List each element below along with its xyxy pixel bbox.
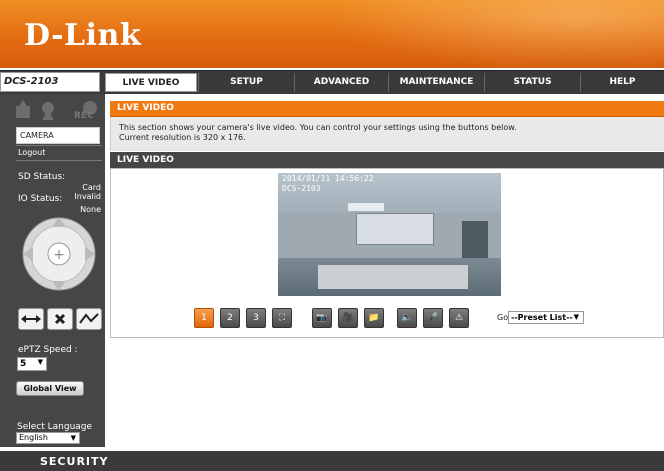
patrol-button[interactable]	[76, 308, 102, 330]
footer-security: SECURITY	[40, 455, 109, 468]
mic-button[interactable]: 🎤	[423, 308, 443, 328]
logout-link[interactable]: Logout	[18, 148, 45, 157]
eptz-speed-label: ePTZ Speed :	[18, 345, 78, 355]
divider	[16, 145, 102, 146]
rec-label: REC	[74, 111, 94, 121]
fullscreen-button[interactable]: ⛶	[272, 308, 292, 328]
io-status-value: None	[80, 205, 101, 214]
video-desk	[318, 265, 468, 289]
alarm-button[interactable]: ⚠	[449, 308, 469, 328]
sd-status-value: Card Invalid	[74, 183, 101, 201]
sd-status-label: SD Status:	[18, 172, 66, 182]
view-3x-button[interactable]: 3	[246, 308, 266, 328]
dlink-logo: D-Link	[24, 18, 142, 53]
video-projector-screen	[348, 203, 384, 211]
folder-button[interactable]: 📁	[364, 308, 384, 328]
video-whiteboard	[356, 213, 434, 245]
tab-live-video[interactable]: LIVE VIDEO	[105, 73, 197, 92]
ptz-right-icon[interactable]	[84, 246, 96, 262]
preset-select[interactable]: --Preset List-- ▼	[508, 311, 584, 324]
tab-help[interactable]: HELP	[580, 73, 664, 92]
video-camera-name: DCS-2103	[282, 184, 321, 193]
speaker-button[interactable]: 🔈	[397, 308, 417, 328]
status-icons: REC	[14, 100, 100, 122]
close-icon	[54, 313, 66, 325]
language-select[interactable]: English ▼	[16, 432, 80, 444]
resolution-text: Current resolution is 320 x 176.	[119, 133, 246, 142]
global-view-button[interactable]: Global View	[16, 381, 84, 396]
language-label: Select Language	[17, 422, 93, 432]
tab-setup[interactable]: SETUP	[198, 73, 294, 92]
snapshot-button[interactable]: 📷	[312, 308, 332, 328]
tab-maintenance[interactable]: MAINTENANCE	[388, 73, 484, 92]
motion-icon	[14, 100, 34, 124]
video-timestamp: 2014/01/11 14:56:22	[282, 174, 374, 183]
app-root: D-Link DCS-2103 // LIVE VIDEO SETUP ADVA…	[0, 0, 664, 471]
live-video-title: LIVE VIDEO	[110, 152, 664, 168]
menu-camera[interactable]: CAMERA	[16, 127, 100, 144]
divider	[16, 160, 102, 161]
ptz-row	[18, 308, 102, 330]
eptz-speed-value: 5	[20, 359, 27, 369]
chevron-down-icon: ▼	[573, 313, 579, 321]
footer: SECURITY	[0, 451, 664, 471]
ptz-left-icon[interactable]	[22, 246, 34, 262]
section-description: This section shows your camera's live vi…	[110, 117, 664, 151]
horizontal-arrows-icon	[21, 315, 41, 323]
header-banner: D-Link	[0, 0, 664, 68]
eptz-speed-select[interactable]: 5 ▼	[17, 357, 47, 371]
view-2x-button[interactable]: 2	[220, 308, 240, 328]
io-status-label: IO Status:	[18, 194, 63, 204]
tab-advanced[interactable]: ADVANCED	[294, 73, 388, 92]
sound-icon	[38, 100, 60, 124]
banner-swoosh	[284, 0, 664, 68]
preset-value: --Preset List--	[511, 313, 573, 322]
language-value: English	[19, 433, 48, 442]
description-text: This section shows your camera's live vi…	[119, 123, 517, 132]
ptz-up-icon[interactable]	[51, 216, 67, 228]
svg-text:+: +	[53, 247, 65, 263]
live-video-feed[interactable]: 2014/01/11 14:56:22 DCS-2103	[278, 173, 501, 296]
video-door	[462, 221, 488, 261]
pan-horizontal-button[interactable]	[18, 308, 44, 330]
model-label: DCS-2103	[0, 72, 100, 92]
video-overlay: 2014/01/11 14:56:22 DCS-2103	[282, 174, 374, 194]
record-button[interactable]: 🎥	[338, 308, 358, 328]
chevron-down-icon: ▼	[37, 358, 43, 366]
section-title: LIVE VIDEO	[110, 101, 664, 117]
ptz-control-pad: +	[20, 214, 98, 294]
stop-button[interactable]	[47, 308, 73, 330]
ptz-down-icon[interactable]	[51, 280, 67, 292]
chevron-down-icon: ▼	[70, 434, 76, 442]
nav-slashes: //	[74, 71, 85, 92]
zigzag-icon	[79, 313, 99, 324]
view-1x-button[interactable]: 1	[194, 308, 214, 328]
tab-status[interactable]: STATUS	[484, 73, 580, 92]
